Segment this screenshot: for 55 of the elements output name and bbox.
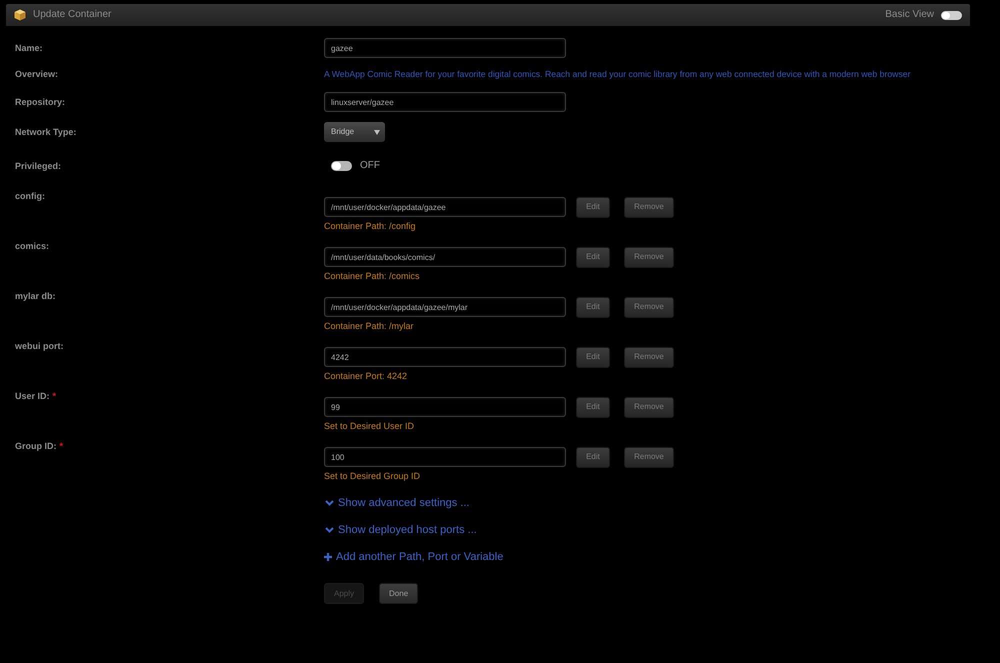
chevron-down-icon	[325, 527, 334, 533]
remove-button[interactable]: Remove	[624, 346, 674, 368]
edit-button[interactable]: Edit	[576, 196, 610, 218]
field-label: Privileged:	[15, 160, 62, 172]
field-note: Set to Desired User ID	[324, 420, 414, 432]
value-field[interactable]: /mnt/user/docker/appdata/gazee/mylar	[324, 297, 566, 317]
field-label: Network Type:	[15, 126, 76, 138]
edit-button[interactable]: Edit	[576, 296, 610, 318]
remove-button[interactable]: Remove	[624, 446, 674, 468]
value-field[interactable]: /mnt/user/data/books/comics/	[324, 247, 566, 267]
edit-button[interactable]: Edit	[576, 396, 610, 418]
field-note: Set to Desired Group ID	[324, 470, 420, 482]
field-label: mylar db:	[15, 290, 56, 302]
link[interactable]: Show advanced settings ...	[324, 497, 470, 509]
overview-text: A WebApp Comic Reader for your favorite digital comics. Reach and read your comic library from any web connected device with a modern web browser	[324, 68, 911, 80]
view-toggle[interactable]	[941, 10, 962, 20]
text-field[interactable]: linuxserver/gazee	[324, 92, 566, 112]
network-type-dropdown[interactable]: Bridge	[324, 122, 385, 142]
field-label: Repository:	[15, 96, 66, 108]
field-label: User ID:	[15, 390, 50, 402]
action-button[interactable]: Done	[379, 583, 418, 604]
plus-icon	[324, 553, 332, 561]
switch-state-label: OFF	[360, 160, 380, 172]
view-toggle-label: Basic View	[885, 9, 934, 21]
field-label: webui port:	[15, 340, 64, 352]
privileged-switch[interactable]	[331, 161, 352, 171]
cube-icon	[14, 9, 26, 21]
field-note: Container Path: /mylar	[324, 320, 414, 332]
field-label: Overview:	[15, 68, 58, 80]
edit-button[interactable]: Edit	[576, 346, 610, 368]
edit-button[interactable]: Edit	[576, 446, 610, 468]
text-field[interactable]: gazee	[324, 38, 566, 58]
required-mark: *	[52, 390, 56, 402]
field-note: Container Port: 4242	[324, 370, 408, 382]
value-field[interactable]: 4242	[324, 347, 566, 367]
caret-icon	[374, 130, 380, 134]
field-label: Group ID:	[15, 440, 56, 452]
field-label: Name:	[15, 42, 43, 54]
remove-button[interactable]: Remove	[624, 296, 674, 318]
chevron-down-icon	[325, 500, 334, 506]
link[interactable]: Add another Path, Port or Variable	[324, 551, 504, 563]
remove-button[interactable]: Remove	[624, 246, 674, 268]
value-field[interactable]: 99	[324, 397, 566, 417]
required-mark: *	[60, 440, 64, 452]
field-label: config:	[15, 190, 45, 202]
value-field[interactable]: 100	[324, 447, 566, 467]
value-field[interactable]: /mnt/user/docker/appdata/gazee	[324, 197, 566, 217]
edit-button[interactable]: Edit	[576, 246, 610, 268]
link[interactable]: Show deployed host ports ...	[324, 524, 477, 536]
remove-button[interactable]: Remove	[624, 196, 674, 218]
remove-button[interactable]: Remove	[624, 396, 674, 418]
field-note: Container Path: /config	[324, 220, 416, 232]
window-title: Update Container	[33, 9, 112, 21]
field-note: Container Path: /comics	[324, 270, 420, 282]
field-label: comics:	[15, 240, 50, 252]
